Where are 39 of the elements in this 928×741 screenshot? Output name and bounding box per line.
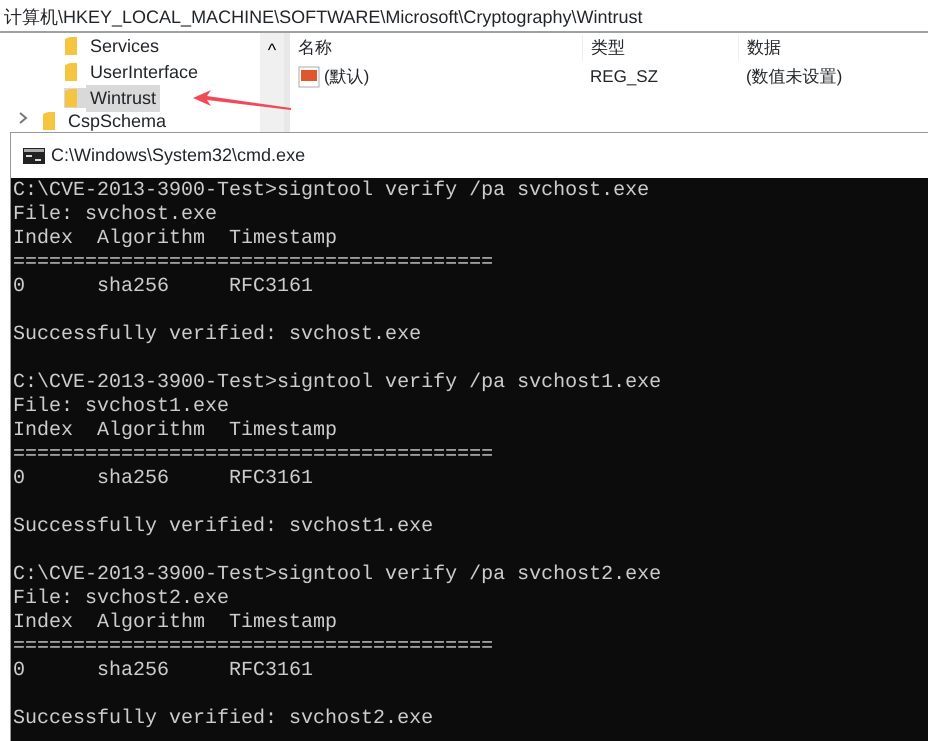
console-line: 0 sha256 RFC3161	[13, 659, 314, 683]
console-line: Successfully verified: svchost1.exe	[13, 515, 434, 539]
column-header[interactable]: 类型	[582, 35, 738, 61]
column-header[interactable]: 数据	[738, 35, 781, 61]
console-line: File: svchost.exe	[13, 203, 218, 227]
folder-icon	[64, 62, 78, 82]
folder-icon	[64, 36, 78, 56]
string-value-icon	[298, 66, 320, 88]
scroll-up-button[interactable]: ^	[260, 33, 284, 64]
folder-icon	[64, 88, 86, 108]
console-line: Index Algorithm Timestamp	[13, 611, 338, 635]
terminal-icon	[23, 148, 45, 164]
console-line: Successfully verified: svchost2.exe	[13, 707, 434, 731]
value-data: (数值未设置)	[745, 66, 842, 88]
folder-icon	[42, 111, 56, 131]
console-line: 0 sha256 RFC3161	[13, 275, 314, 299]
console-line: 0 sha256 RFC3161	[13, 467, 314, 491]
console-line: Index Algorithm Timestamp	[13, 419, 338, 443]
command-line: C:\CVE-2013-3900-Test>signtool verify /pa svchost1.exe	[13, 371, 662, 395]
console-line: ========================================	[13, 635, 494, 659]
console-line: ========================================	[13, 443, 494, 467]
address-bar[interactable]: 计算机\HKEY_LOCAL_MACHINE\SOFTWARE\Microsoft\Cryptography\Wintrust	[0, 0, 928, 33]
window-title: C:\Windows\System32\cmd.exe	[51, 144, 306, 167]
column-header[interactable]: 名称	[290, 35, 582, 61]
value-name[interactable]: (默认)	[324, 64, 370, 90]
console-line: File: svchost1.exe	[13, 395, 230, 419]
console-line: ========================================	[13, 251, 494, 275]
tree-item[interactable]: Wintrust	[86, 84, 160, 112]
tree-item[interactable]: Services	[86, 32, 164, 60]
console-line: File: svchost2.exe	[13, 587, 230, 611]
tree-item[interactable]: UserInterface	[86, 58, 202, 86]
tree-item[interactable]: CspSchema	[64, 111, 170, 131]
value-type: REG_SZ	[589, 66, 660, 88]
chevron-icon[interactable]	[18, 111, 28, 125]
console-line: Successfully verified: svchost.exe	[13, 323, 422, 347]
command-line: C:\CVE-2013-3900-Test>signtool verify /pa svchost2.exe	[13, 563, 662, 587]
scrollbar[interactable]: ^	[260, 33, 284, 132]
command-line: C:\CVE-2013-3900-Test>signtool verify /pa svchost.exe	[13, 179, 650, 203]
console-line: Index Algorithm Timestamp	[13, 227, 338, 251]
